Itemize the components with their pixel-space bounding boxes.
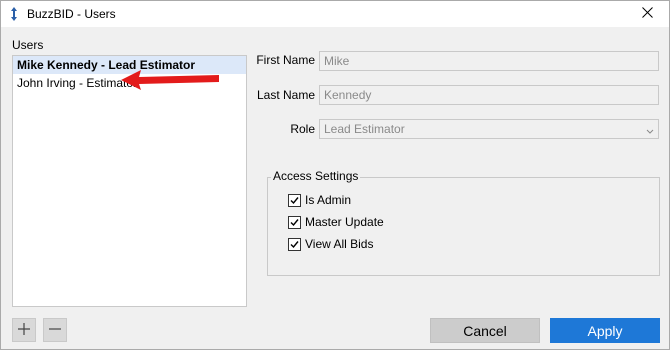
close-icon (641, 7, 653, 21)
close-button[interactable] (625, 1, 669, 27)
checkbox-checked-icon (288, 193, 301, 207)
window-title: BuzzBID - Users (27, 7, 116, 21)
plus-icon (18, 322, 30, 338)
users-list[interactable]: Mike Kennedy - Lead Estimator John Irvin… (12, 55, 247, 307)
first-name-field[interactable]: Mike (319, 51, 659, 71)
master-update-label: Master Update (305, 215, 384, 229)
first-name-label: First Name (256, 53, 315, 67)
is-admin-label: Is Admin (305, 193, 352, 207)
view-all-bids-checkbox[interactable]: View All Bids (288, 237, 373, 251)
checkbox-checked-icon (288, 237, 301, 251)
title-bar: BuzzBID - Users (1, 1, 669, 27)
minus-icon (49, 323, 61, 338)
access-settings-legend: Access Settings (271, 169, 361, 183)
master-update-checkbox[interactable]: Master Update (288, 215, 384, 229)
view-all-bids-label: View All Bids (305, 237, 374, 251)
checkbox-checked-icon (288, 215, 301, 229)
last-name-label: Last Name (256, 88, 315, 102)
last-name-field[interactable]: Kennedy (319, 85, 659, 105)
app-icon (10, 7, 18, 21)
remove-user-button[interactable] (43, 318, 67, 342)
red-arrow-icon (121, 70, 219, 90)
chevron-down-icon (646, 124, 654, 134)
users-dialog: BuzzBID - Users Users Mike Kennedy - Lea… (0, 0, 670, 350)
cancel-button[interactable]: Cancel (430, 318, 540, 343)
apply-button[interactable]: Apply (550, 318, 660, 343)
role-dropdown[interactable]: Lead Estimator (319, 119, 659, 139)
users-label: Users (12, 38, 44, 52)
role-label: Role (290, 122, 315, 136)
add-user-button[interactable] (12, 318, 36, 342)
role-value: Lead Estimator (324, 122, 405, 136)
is-admin-checkbox[interactable]: Is Admin (288, 193, 351, 207)
